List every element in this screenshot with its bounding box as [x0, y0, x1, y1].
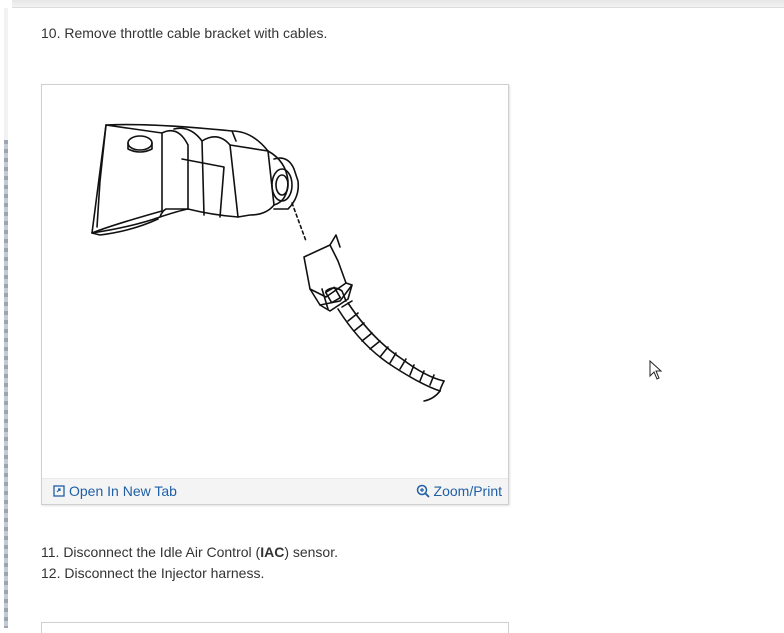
zoom-print-link[interactable]: Zoom/Print: [416, 483, 502, 499]
iac-sensor-illustration: [91, 123, 445, 402]
open-in-new-tab-link[interactable]: Open In New Tab: [53, 483, 177, 499]
top-toolbar-shadow: [0, 0, 784, 8]
left-rail-track: [4, 140, 8, 628]
step-12-text: 12. Disconnect the Injector harness.: [41, 565, 265, 581]
zoom-print-label: Zoom/Print: [433, 483, 502, 499]
open-in-new-tab-icon: [53, 485, 65, 497]
illustration-figure: Open In New Tab Zoom/Print: [41, 84, 509, 505]
step-11-text: 11. Disconnect the Idle Air Control (IAC…: [41, 544, 339, 560]
step-10-text: 10. Remove throttle cable bracket with c…: [41, 25, 328, 41]
open-in-new-tab-label: Open In New Tab: [69, 483, 177, 499]
zoom-icon: [416, 484, 430, 498]
left-scroll-rail: [0, 0, 12, 628]
mouse-pointer-icon: [649, 360, 663, 380]
iac-abbreviation: IAC: [260, 544, 285, 560]
figure-footer: Open In New Tab Zoom/Print: [42, 478, 508, 504]
